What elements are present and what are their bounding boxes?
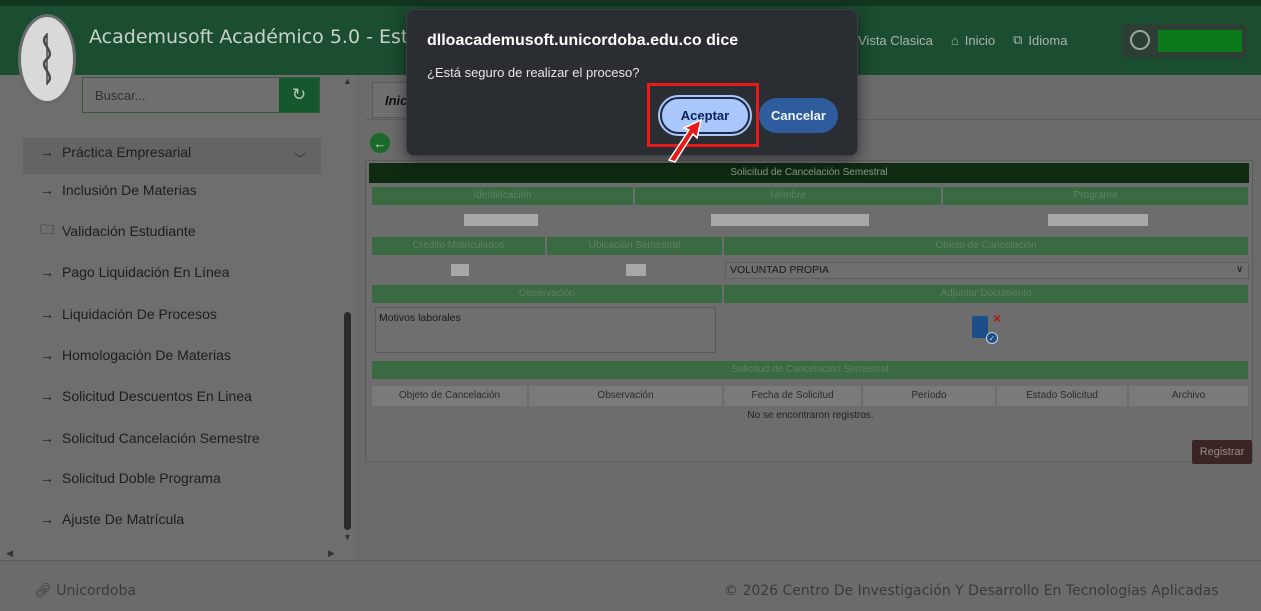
user-circle-icon bbox=[1130, 30, 1150, 50]
arrow-right-icon: → bbox=[40, 347, 54, 363]
sidebar-item-label: Homologación De Materias bbox=[62, 347, 231, 363]
col-ubicacion: Ubicación Semestral bbox=[547, 237, 723, 255]
history-col-observacion: Observación bbox=[529, 386, 723, 406]
scroll-down-arrow-icon[interactable]: ▼ bbox=[343, 532, 352, 542]
arrow-right-icon: → bbox=[40, 470, 54, 486]
sidebar-item-ajuste-matricula[interactable]: → Ajuste De Matrícula bbox=[40, 509, 184, 529]
dialog-title: dlloacademusoft.unicordoba.edu.co dice bbox=[427, 32, 739, 49]
col-programa: Programa bbox=[943, 187, 1249, 205]
sidebar-item-label: Práctica Empresarial bbox=[62, 144, 192, 160]
footer-link[interactable]: 🔗︎ Unicordoba bbox=[34, 583, 136, 599]
observacion-textarea[interactable]: Motivos laborales bbox=[375, 307, 716, 353]
history-col-archivo: Archivo bbox=[1129, 386, 1249, 406]
sidebar-item-label: Inclusión De Materias bbox=[62, 182, 197, 198]
cancel-button[interactable]: Cancelar bbox=[759, 98, 838, 133]
col-objeto: Objeto de Cancelación bbox=[724, 237, 1249, 255]
arrow-right-icon: → bbox=[40, 264, 54, 280]
link-icon: 🔗︎ bbox=[34, 583, 57, 599]
history-col-objeto: Objeto de Cancelación bbox=[372, 386, 528, 406]
user-menu[interactable] bbox=[1122, 24, 1246, 58]
creditos-value-redacted bbox=[451, 264, 469, 276]
search-box: ↻ bbox=[82, 77, 320, 113]
arrow-right-icon: → bbox=[40, 182, 54, 198]
ubicacion-value-redacted bbox=[626, 264, 646, 276]
top-links: Vista Clasica ⌂ Inicio ⧉ Idioma bbox=[858, 32, 1067, 48]
programa-value-redacted bbox=[1048, 214, 1148, 226]
top-bar-edge bbox=[0, 0, 1261, 6]
arrow-right-icon: → bbox=[40, 144, 54, 160]
col-creditos: Credito Matriculados bbox=[372, 237, 546, 255]
col-identificacion: Identificación bbox=[372, 187, 634, 205]
scroll-right-arrow-icon[interactable]: ▶ bbox=[328, 548, 335, 559]
sidebar-item-inclusion-materias[interactable]: → Inclusión De Materias bbox=[40, 180, 197, 200]
home-icon: ⌂ bbox=[950, 32, 959, 48]
history-col-estado: Estado Solicitud bbox=[997, 386, 1128, 406]
vista-clasica-label: Vista Clasica bbox=[858, 32, 933, 48]
arrow-right-icon: → bbox=[40, 430, 54, 446]
sidebar-item-validacion-estudiante[interactable]: 🗀 Validación Estudiante bbox=[40, 221, 196, 241]
arrow-right-icon: → bbox=[40, 388, 54, 404]
sidebar-item-label: Pago Liquidación En Línea bbox=[62, 264, 230, 280]
arrow-right-icon: → bbox=[40, 306, 54, 322]
translate-icon: ⧉ bbox=[1013, 32, 1023, 47]
university-logo bbox=[18, 14, 76, 104]
folder-icon: 🗀 bbox=[40, 221, 54, 237]
col-observacion: Observación bbox=[372, 285, 723, 303]
nombre-value-redacted bbox=[711, 214, 869, 226]
search-input[interactable] bbox=[83, 78, 279, 112]
sidebar-item-homologacion[interactable]: → Homologación De Materias bbox=[40, 345, 231, 365]
refresh-icon[interactable]: ↻ bbox=[279, 78, 319, 112]
history-title: Solicitud de Cancelación Semestral bbox=[372, 361, 1249, 379]
sidebar-item-label: Ajuste De Matrícula bbox=[62, 511, 185, 527]
col-adjuntar: Adjuntar Documento bbox=[724, 285, 1249, 303]
arrow-right-icon: → bbox=[40, 511, 54, 527]
scroll-left-arrow-icon[interactable]: ◀ bbox=[6, 548, 13, 559]
history-col-fecha: Fecha de Solicitud bbox=[724, 386, 862, 406]
footer-copyright: © 2026 Centro De Investigación Y Desarro… bbox=[724, 583, 1219, 599]
form-title: Solicitud de Cancelación Semestral bbox=[369, 163, 1249, 183]
sidebar-item-solicitud-cancelacion[interactable]: → Solicitud Cancelación Semestre bbox=[40, 428, 260, 448]
footer: 🔗︎ Unicordoba © 2026 Centro De Investiga… bbox=[0, 560, 1261, 611]
confirm-dialog: dlloacademusoft.unicordoba.edu.co dice ¿… bbox=[406, 9, 858, 156]
idioma-link[interactable]: ⧉ Idioma bbox=[1013, 32, 1067, 48]
app-title: Academusoft Académico 5.0 - Estu bbox=[89, 26, 421, 48]
objeto-cancelacion-select[interactable]: VOLUNTAD PROPIA bbox=[725, 262, 1249, 279]
vista-clasica-link[interactable]: Vista Clasica bbox=[858, 32, 933, 48]
logo-emblem-icon bbox=[42, 33, 52, 85]
inicio-link[interactable]: ⌂ Inicio bbox=[951, 32, 995, 48]
sidebar-scrollbar-thumb[interactable] bbox=[344, 312, 351, 530]
footer-left-label: Unicordoba bbox=[56, 583, 136, 599]
sidebar-item-practica-empresarial[interactable]: → Práctica Empresarial bbox=[40, 142, 191, 162]
history-col-periodo: Período bbox=[863, 386, 996, 406]
inicio-label: Inicio bbox=[964, 32, 996, 48]
idioma-label: Idioma bbox=[1028, 32, 1068, 48]
registrar-button[interactable]: Registrar bbox=[1192, 440, 1252, 464]
sidebar-item-solicitud-descuentos[interactable]: → Solicitud Descuentos En Linea bbox=[40, 386, 252, 406]
identificacion-value-redacted bbox=[464, 214, 538, 226]
sidebar-item-liquidacion-procesos[interactable]: → Liquidación De Procesos bbox=[40, 304, 217, 324]
remove-file-icon[interactable]: × bbox=[993, 310, 1001, 326]
sidebar-item-doble-programa[interactable]: → Solicitud Doble Programa bbox=[40, 468, 221, 488]
sidebar-item-label: Solicitud Cancelación Semestre bbox=[62, 430, 260, 446]
scroll-up-arrow-icon[interactable]: ▲ bbox=[343, 76, 352, 86]
user-name-redacted bbox=[1158, 30, 1242, 52]
empty-message: No se encontraron registros. bbox=[747, 410, 874, 421]
cursor-icon bbox=[667, 118, 703, 163]
sidebar-item-label: Validación Estudiante bbox=[62, 223, 196, 239]
col-nombre: Nombre bbox=[635, 187, 942, 205]
chevron-down-icon: ∨ bbox=[1236, 264, 1244, 275]
sidebar-item-label: Solicitud Doble Programa bbox=[62, 470, 221, 486]
check-badge-icon: ✓ bbox=[986, 332, 998, 344]
dialog-message: ¿Está seguro de realizar el proceso? bbox=[427, 65, 640, 80]
back-arrow-icon[interactable]: ← bbox=[370, 133, 390, 153]
sidebar-item-label: Solicitud Descuentos En Linea bbox=[62, 388, 252, 404]
chevron-down-icon[interactable]: ﹀ bbox=[294, 150, 306, 167]
sidebar-item-pago-liquidacion[interactable]: → Pago Liquidación En Línea bbox=[40, 262, 229, 282]
sidebar-item-label: Liquidación De Procesos bbox=[62, 306, 217, 322]
